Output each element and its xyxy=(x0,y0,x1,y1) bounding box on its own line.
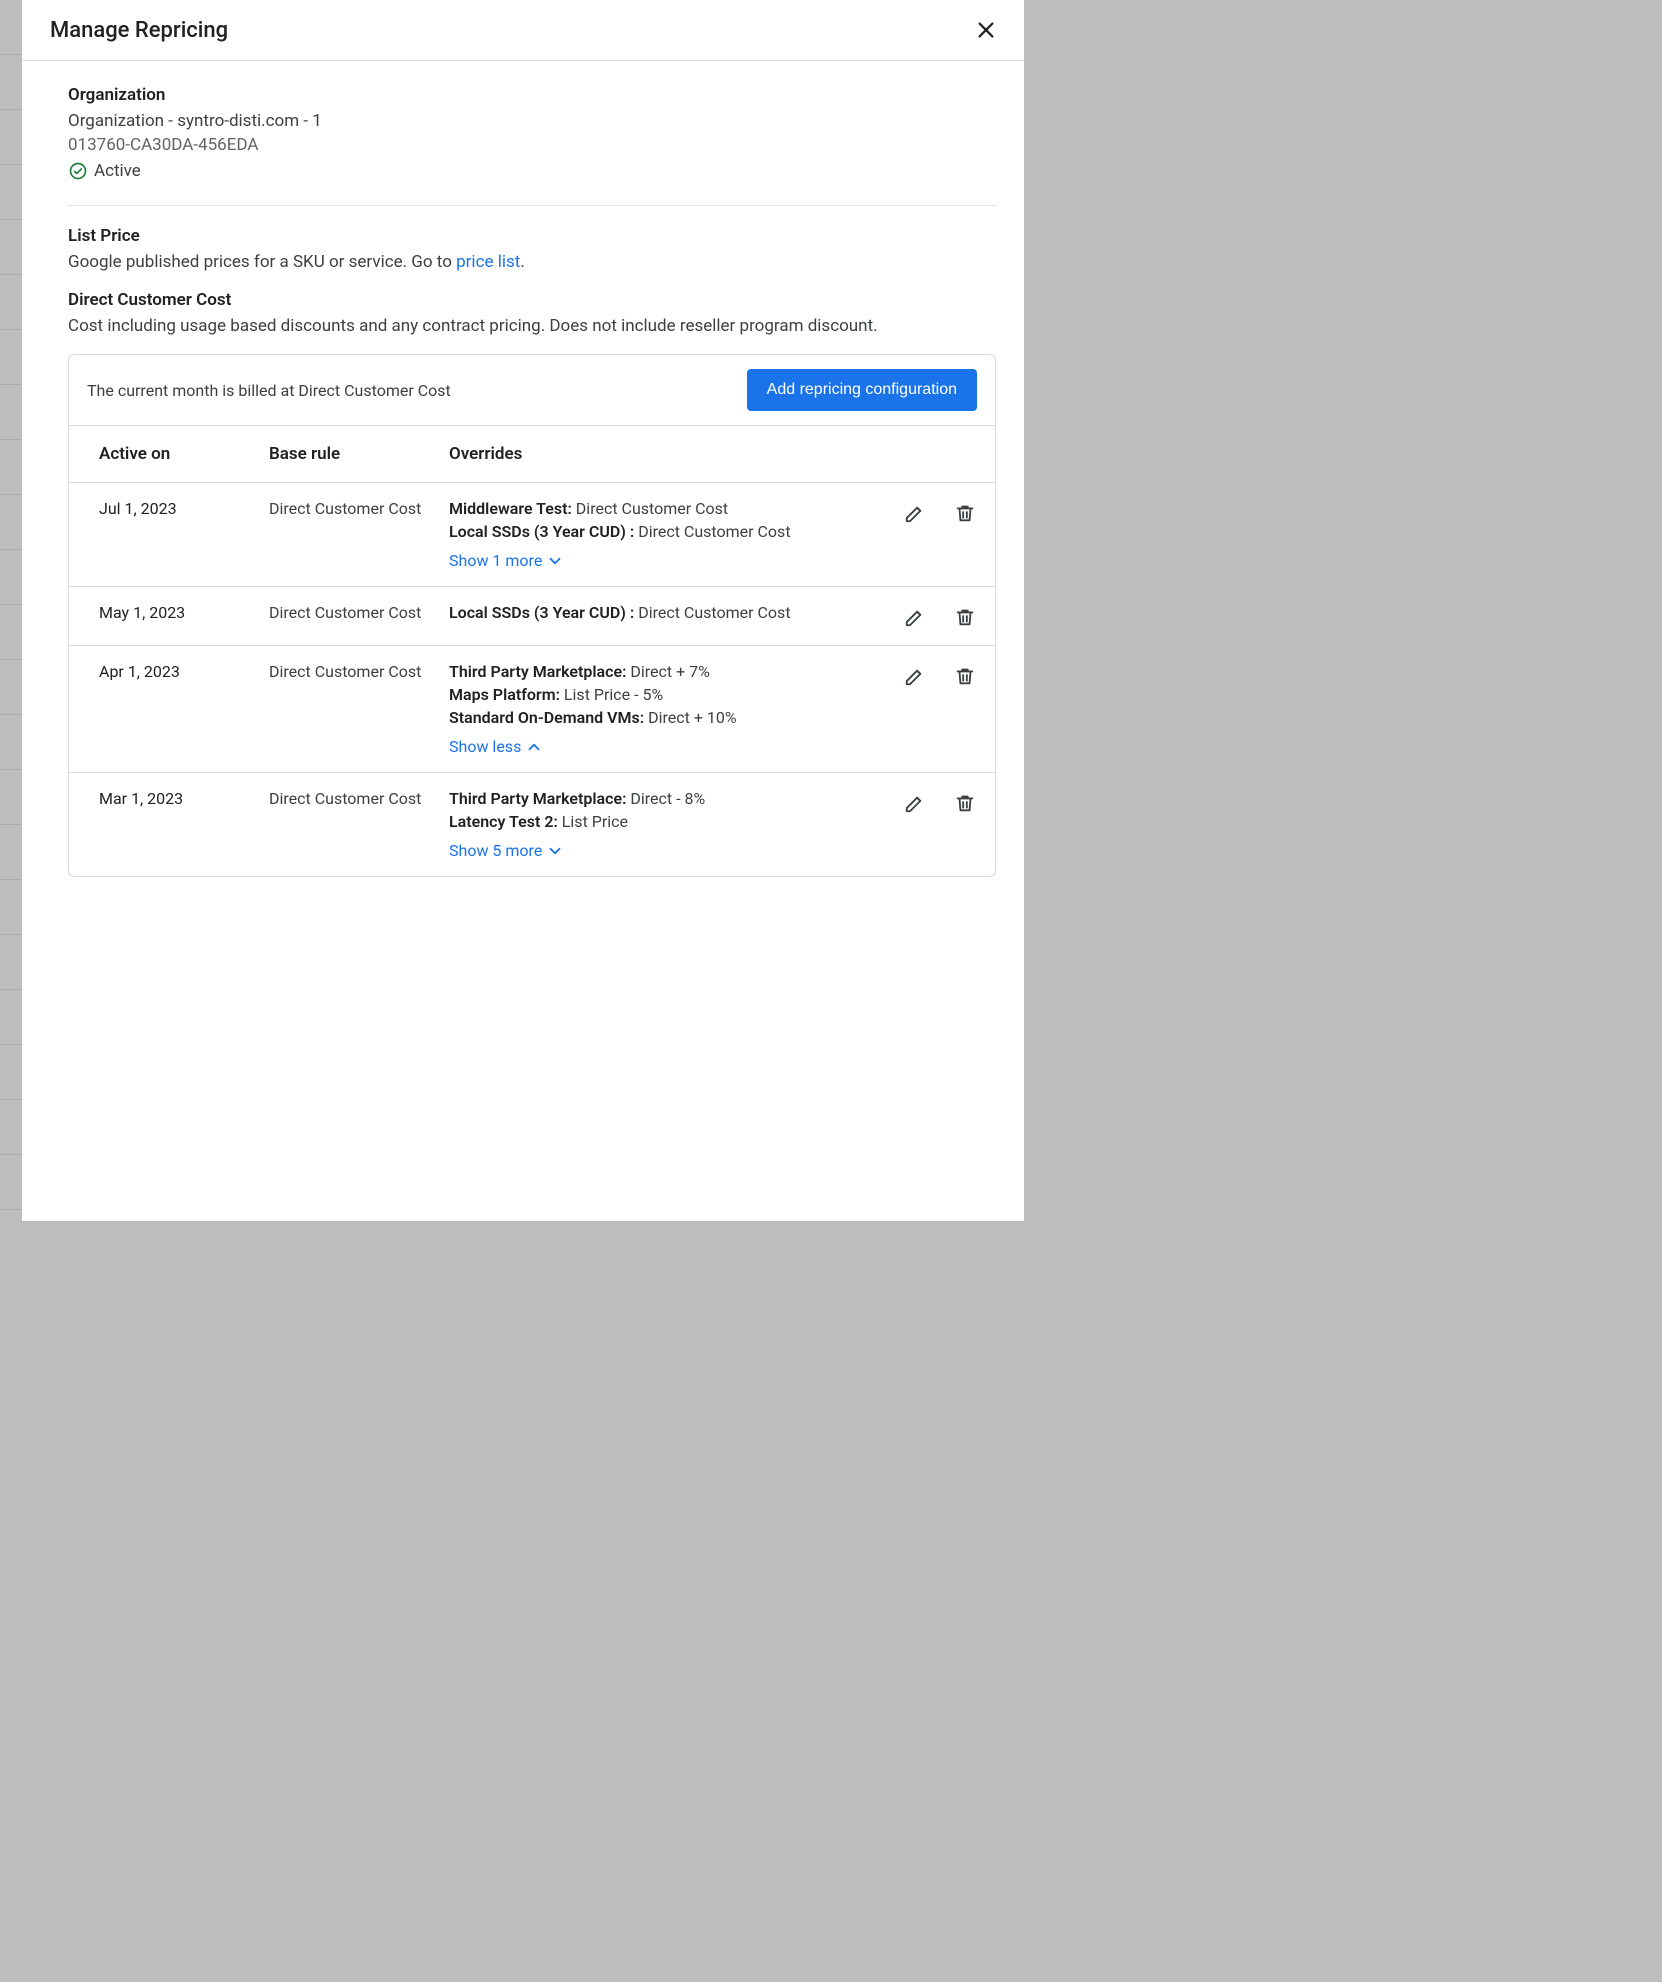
pencil-icon xyxy=(904,502,926,524)
close-icon xyxy=(975,19,997,41)
edit-button[interactable] xyxy=(903,501,927,525)
override-item: Third Party Marketplace: Direct + 7% xyxy=(449,662,847,681)
cell-overrides: Third Party Marketplace: Direct + 7% Maps… xyxy=(449,662,857,756)
pencil-icon xyxy=(904,606,926,628)
edit-button[interactable] xyxy=(903,791,927,815)
override-label: Latency Test 2: xyxy=(449,812,558,831)
cell-overrides: Local SSDs (3 Year CUD) : Direct Custome… xyxy=(449,603,857,626)
organization-name: Organization - syntro-disti.com - 1 xyxy=(68,111,996,131)
repricing-panel: Manage Repricing Organization Organizati… xyxy=(22,0,1024,1221)
edit-button[interactable] xyxy=(903,664,927,688)
cell-active-on: May 1, 2023 xyxy=(99,603,269,622)
override-value: Direct Customer Cost xyxy=(634,603,790,622)
override-label: Standard On-Demand VMs: xyxy=(449,708,644,727)
add-repricing-button[interactable]: Add repricing configuration xyxy=(747,369,977,411)
organization-status-text: Active xyxy=(94,161,141,181)
table-row: May 1, 2023Direct Customer CostLocal SSD… xyxy=(69,587,995,646)
list-price-section: List Price Google published prices for a… xyxy=(68,226,996,272)
col-overrides: Overrides xyxy=(449,444,857,464)
price-list-link[interactable]: price list xyxy=(456,252,520,272)
override-item: Standard On-Demand VMs: Direct + 10% xyxy=(449,708,847,727)
override-label: Local SSDs (3 Year CUD) : xyxy=(449,522,634,541)
cell-active-on: Jul 1, 2023 xyxy=(99,499,269,518)
chevron-down-icon xyxy=(546,842,564,860)
override-value: List Price xyxy=(558,812,628,831)
table-header-row: Active on Base rule Overrides xyxy=(69,426,995,483)
row-actions xyxy=(857,499,977,525)
delete-button[interactable] xyxy=(953,605,977,629)
cell-base-rule: Direct Customer Cost xyxy=(269,662,449,681)
trash-icon xyxy=(954,502,976,524)
override-item: Maps Platform: List Price - 5% xyxy=(449,685,847,704)
trash-icon xyxy=(954,606,976,628)
override-label: Third Party Marketplace: xyxy=(449,662,626,681)
table-row: Mar 1, 2023Direct Customer CostThird Par… xyxy=(69,773,995,876)
cell-overrides: Middleware Test: Direct Customer CostLoc… xyxy=(449,499,857,570)
chevron-up-icon xyxy=(525,738,543,756)
override-label: Middleware Test: xyxy=(449,499,572,518)
override-value: Direct Customer Cost xyxy=(634,522,790,541)
trash-icon xyxy=(954,665,976,687)
override-item: Middleware Test: Direct Customer Cost xyxy=(449,499,847,518)
status-active-icon xyxy=(68,161,88,181)
row-actions xyxy=(857,662,977,688)
list-price-description: Google published prices for a SKU or ser… xyxy=(68,252,996,272)
delete-button[interactable] xyxy=(953,791,977,815)
panel-title: Manage Repricing xyxy=(50,18,228,43)
override-value: Direct + 10% xyxy=(644,708,736,727)
delete-button[interactable] xyxy=(953,664,977,688)
show-less-toggle[interactable]: Show less xyxy=(449,737,543,756)
direct-cost-section: Direct Customer Cost Cost including usag… xyxy=(68,290,996,336)
direct-cost-heading: Direct Customer Cost xyxy=(68,290,996,310)
col-base-rule: Base rule xyxy=(269,444,449,464)
override-label: Local SSDs (3 Year CUD) : xyxy=(449,603,634,622)
override-item: Local SSDs (3 Year CUD) : Direct Custome… xyxy=(449,522,847,541)
close-button[interactable] xyxy=(970,14,1002,46)
pencil-icon xyxy=(904,792,926,814)
cell-base-rule: Direct Customer Cost xyxy=(269,603,449,622)
cell-overrides: Third Party Marketplace: Direct - 8% Late… xyxy=(449,789,857,860)
repricing-table-card: The current month is billed at Direct Cu… xyxy=(68,354,996,877)
table-row: Jul 1, 2023Direct Customer CostMiddlewar… xyxy=(69,483,995,587)
col-active-on: Active on xyxy=(99,444,269,464)
direct-cost-description: Cost including usage based discounts and… xyxy=(68,316,996,336)
table-row: Apr 1, 2023Direct Customer CostThird Par… xyxy=(69,646,995,773)
list-price-heading: List Price xyxy=(68,226,996,246)
row-actions xyxy=(857,789,977,815)
override-label: Third Party Marketplace: xyxy=(449,789,626,808)
organization-id: 013760-CA30DA-456EDA xyxy=(68,135,996,155)
cell-base-rule: Direct Customer Cost xyxy=(269,789,449,808)
override-value: Direct + 7% xyxy=(626,662,709,681)
organization-status: Active xyxy=(68,161,996,181)
override-label: Maps Platform: xyxy=(449,685,560,704)
organization-heading: Organization xyxy=(68,85,996,105)
trash-icon xyxy=(954,792,976,814)
show-more-toggle[interactable]: Show 1 more xyxy=(449,551,564,570)
override-value: Direct Customer Cost xyxy=(572,499,728,518)
organization-section: Organization Organization - syntro-disti… xyxy=(68,85,996,181)
cell-base-rule: Direct Customer Cost xyxy=(269,499,449,518)
override-value: Direct - 8% xyxy=(626,789,705,808)
show-more-toggle[interactable]: Show 5 more xyxy=(449,841,564,860)
cell-active-on: Mar 1, 2023 xyxy=(99,789,269,808)
edit-button[interactable] xyxy=(903,605,927,629)
override-item: Local SSDs (3 Year CUD) : Direct Custome… xyxy=(449,603,847,622)
pencil-icon xyxy=(904,665,926,687)
divider xyxy=(68,205,996,206)
delete-button[interactable] xyxy=(953,501,977,525)
cell-active-on: Apr 1, 2023 xyxy=(99,662,269,681)
chevron-down-icon xyxy=(546,552,564,570)
current-month-message: The current month is billed at Direct Cu… xyxy=(87,381,451,400)
row-actions xyxy=(857,603,977,629)
panel-header: Manage Repricing xyxy=(22,0,1024,61)
override-item: Latency Test 2: List Price xyxy=(449,812,847,831)
override-item: Third Party Marketplace: Direct - 8% xyxy=(449,789,847,808)
card-header: The current month is billed at Direct Cu… xyxy=(69,355,995,426)
override-value: List Price - 5% xyxy=(560,685,663,704)
